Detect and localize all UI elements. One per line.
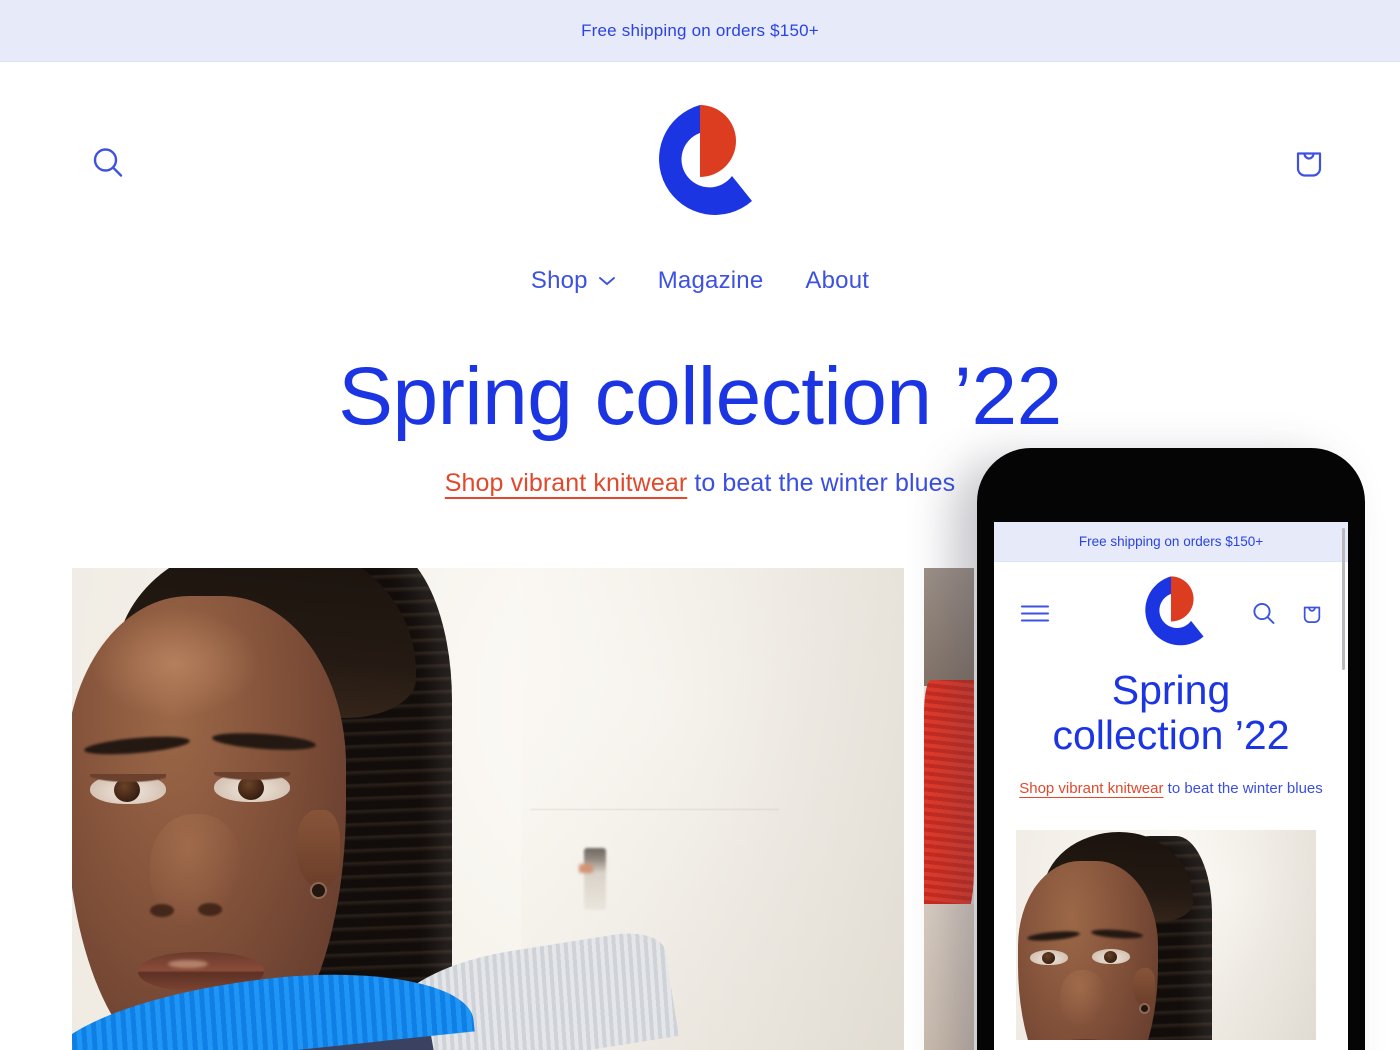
phone-hero-title-line2: collection ’22: [1052, 712, 1290, 759]
cart-icon[interactable]: [1288, 141, 1330, 188]
main-navigation: Shop Magazine About: [0, 267, 1400, 303]
phone-screen: Free shipping on orders $150+ Spring col…: [994, 522, 1348, 1050]
store-logo[interactable]: [625, 100, 775, 230]
nav-item-shop[interactable]: Shop: [531, 267, 616, 295]
phone-hero-subtitle-link[interactable]: Shop vibrant knitwear: [1019, 780, 1163, 797]
search-icon[interactable]: [88, 142, 128, 187]
phone-hero-subtitle: Shop vibrant knitwear to beat the winter…: [994, 778, 1348, 800]
secondary-photo-wood: [924, 568, 974, 686]
hero-image-primary: [72, 568, 905, 1050]
model-nostril-left: [150, 904, 174, 917]
phone-store-logo[interactable]: [1124, 573, 1218, 660]
photo-background-figure: [583, 847, 606, 910]
model-eye-left: [90, 774, 166, 804]
announcement-text: Free shipping on orders $150+: [581, 20, 819, 40]
model-ear: [296, 810, 340, 888]
nav-item-about-label: About: [805, 267, 870, 294]
hamburger-menu-icon[interactable]: [1020, 603, 1050, 630]
phone-announcement-bar: Free shipping on orders $150+: [994, 522, 1348, 562]
phone-model-eye-right: [1092, 948, 1130, 964]
phone-model-nose: [1060, 969, 1106, 1026]
phone-scrollbar[interactable]: [1342, 528, 1345, 670]
phone-hero-title-line1: Spring: [1111, 667, 1231, 713]
phone-model-ear: [1133, 967, 1155, 1007]
nav-item-magazine[interactable]: Magazine: [658, 267, 764, 295]
phone-announcement-text: Free shipping on orders $150+: [1078, 534, 1264, 549]
model-nostril-right: [198, 903, 222, 916]
red-knit-sweater: [924, 680, 974, 920]
phone-hero-image: [1016, 829, 1316, 1040]
nav-item-about[interactable]: About: [805, 267, 869, 295]
phone-search-icon[interactable]: [1250, 600, 1278, 633]
hero-subtitle-rest: to beat the winter blues: [687, 468, 956, 497]
model-earring: [312, 884, 325, 897]
phone-cart-icon[interactable]: [1298, 600, 1326, 633]
hero-subtitle-link[interactable]: Shop vibrant knitwear: [445, 469, 688, 497]
phone-header: [994, 562, 1348, 670]
nav-item-shop-label: Shop: [530, 267, 588, 294]
phone-hero-subtitle-rest: to beat the winter blues: [1163, 780, 1323, 798]
page-root: Free shipping on orders $150+ Shop Magaz…: [0, 0, 1400, 1050]
phone-model-earring: [1141, 1004, 1148, 1012]
hero-title: Spring collection ’22: [338, 351, 1062, 442]
secondary-photo-skin: [924, 904, 974, 1050]
site-header: [0, 62, 1400, 267]
model-eye-right: [214, 772, 290, 802]
model-lip-highlight: [168, 960, 208, 968]
phone-hero-title: Spring collection ’22: [994, 667, 1348, 759]
hero-media-gallery: [72, 568, 974, 1050]
chevron-down-icon: [598, 277, 615, 285]
phone-mockup: Free shipping on orders $150+ Spring col…: [977, 448, 1365, 1050]
model-forehead-highlight: [90, 608, 260, 718]
hero-image-secondary: [924, 568, 974, 1050]
announcement-bar: Free shipping on orders $150+: [0, 0, 1400, 62]
nav-item-magazine-label: Magazine: [657, 267, 764, 294]
photo-background-line: [529, 809, 780, 810]
phone-model-eye-left: [1030, 949, 1068, 965]
phone-model-portrait: [1016, 831, 1244, 1040]
